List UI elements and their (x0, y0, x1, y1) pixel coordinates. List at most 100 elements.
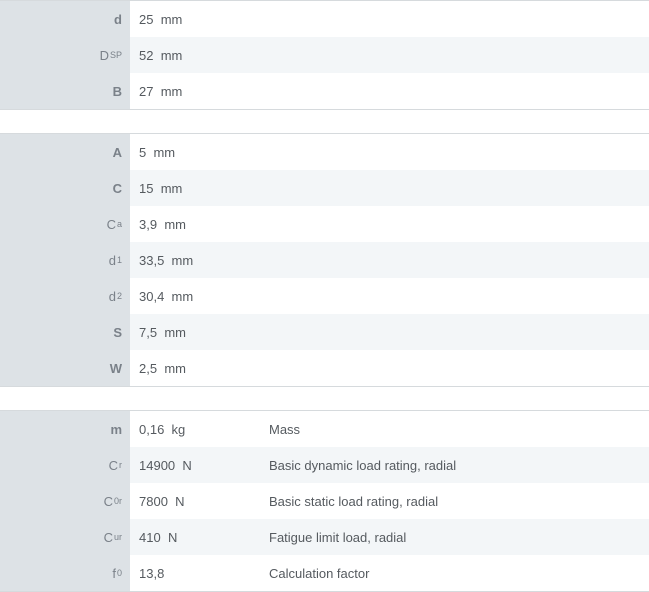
spec-symbol-letter: W (109, 360, 122, 376)
spec-symbol-letter: m (110, 421, 122, 437)
spec-value-cell: 7,5 mm (130, 325, 269, 340)
spec-row: C 15 mm (0, 170, 649, 206)
spec-cells: 14900 N Basic dynamic load rating, radial (130, 447, 649, 483)
spec-cells: 7,5 mm (130, 314, 649, 350)
spec-symbol: Cr (0, 447, 130, 483)
spec-unit: N (167, 529, 178, 545)
spec-unit: N (175, 493, 185, 509)
spec-symbol-letter: S (113, 324, 122, 340)
spec-row: Ca 3,9 mm (0, 206, 649, 242)
spec-symbol: m (0, 411, 130, 447)
spec-value-cell: 410 N (130, 530, 269, 545)
spec-row: B 27 mm (0, 73, 649, 109)
spec-unit: mm (160, 180, 183, 196)
spec-row: A 5 mm (0, 134, 649, 170)
spec-value: 14900 (139, 457, 176, 473)
spec-row: d 25 mm (0, 1, 649, 37)
spec-symbol-letter: C (103, 529, 113, 545)
spec-symbol: Cur (0, 519, 130, 555)
spec-value-cell: 52 mm (130, 48, 269, 63)
spec-value: 7800 (139, 493, 168, 509)
spec-value: 33,5 (139, 252, 165, 268)
spec-value-cell: 2,5 mm (130, 361, 269, 376)
spec-row: f 0 13,8 Calculation factor (0, 555, 649, 591)
spec-unit: mm (160, 47, 183, 63)
spec-symbol-letter: f (112, 565, 116, 581)
spec-symbol: C 0r (0, 483, 130, 519)
spec-cells: 30,4 mm (130, 278, 649, 314)
spec-symbol: W (0, 350, 130, 386)
spec-row: W 2,5 mm (0, 350, 649, 386)
spec-row: Cr 14900 N Basic dynamic load rating, radi… (0, 447, 649, 483)
spec-symbol-letter: C (112, 180, 122, 196)
spec-cells: 27 mm (130, 73, 649, 109)
spec-unit: kg (171, 421, 186, 437)
spec-cells: 7800 N Basic static load rating, radial (130, 483, 649, 519)
spec-value: 0,16 (139, 421, 165, 437)
spec-symbol: S (0, 314, 130, 350)
spec-value-cell: 13,8 (130, 566, 269, 581)
spec-value: 30,4 (139, 288, 165, 304)
spec-symbol: D SP (0, 37, 130, 73)
spec-unit: mm (164, 324, 186, 340)
spec-value: 25 (139, 11, 154, 27)
spec-value-cell: 5 mm (130, 145, 269, 160)
spec-symbol: d (0, 1, 130, 37)
spec-unit: N (182, 457, 192, 473)
spec-cells: 13,8 Calculation factor (130, 555, 649, 591)
spec-value: 13,8 (139, 565, 165, 581)
spec-value-cell: 15 mm (130, 181, 269, 196)
spec-cells: 410 N Fatigue limit load, radial (130, 519, 649, 555)
spec-unit: mm (153, 144, 176, 160)
spec-description: Basic dynamic load rating, radial (269, 457, 457, 473)
spec-symbol: Ca (0, 206, 130, 242)
spec-value: 5 (139, 144, 147, 160)
spec-description: Fatigue limit load, radial (269, 529, 407, 545)
spec-value-cell: 25 mm (130, 12, 269, 27)
spec-symbol: A (0, 134, 130, 170)
spec-symbol-letter: A (112, 144, 122, 160)
spec-cells: 2,5 mm (130, 350, 649, 386)
spec-cells: 33,5 mm (130, 242, 649, 278)
spec-value: 2,5 (139, 360, 158, 376)
spec-unit: mm (164, 216, 186, 232)
spec-symbol-letter: B (112, 83, 122, 99)
spec-row: D SP 52 mm (0, 37, 649, 73)
spec-cells: 0,16 kg Mass (130, 411, 649, 447)
spec-value: 52 (139, 47, 154, 63)
spec-value-cell: 27 mm (130, 84, 269, 99)
spec-symbol: f0 (0, 555, 130, 591)
spec-symbol: C (0, 170, 130, 206)
spec-value-cell: 14900 N (130, 458, 269, 473)
spec-row: d 2 30,4 mm (0, 278, 649, 314)
spec-description: Basic static load rating, radial (269, 493, 439, 509)
spec-unit: mm (160, 83, 183, 99)
spec-row: d 1 33,5 mm (0, 242, 649, 278)
spec-value: 15 (139, 180, 154, 196)
spec-value: 7,5 (139, 324, 158, 340)
spec-value-cell: 30,4 mm (130, 289, 269, 304)
spec-value-cell: 3,9 mm (130, 217, 269, 232)
spec-cells: 5 mm (130, 134, 649, 170)
spec-description: Mass (269, 421, 301, 437)
spec-symbol-letter: C (106, 216, 116, 232)
spec-value-cell: 7800 N (130, 494, 269, 509)
spec-row: C 0r 7800 N Basic static load rating, radia… (0, 483, 649, 519)
spec-symbol-letter: d (108, 288, 116, 304)
spec-value: 410 (139, 529, 161, 545)
spec-symbol-letter: d (108, 252, 116, 268)
spec-unit: mm (164, 360, 186, 376)
spec-cells: 25 mm (130, 1, 649, 37)
spec-unit: mm (171, 288, 194, 304)
spec-row: S 7,5 mm (0, 314, 649, 350)
spec-cells: 15 mm (130, 170, 649, 206)
spec-description: Calculation factor (269, 565, 370, 581)
spec-value-cell: 33,5 mm (130, 253, 269, 268)
spec-symbol: d2 (0, 278, 130, 314)
spec-row: m 0,16 kg Mass (0, 411, 649, 447)
spec-row: Cur 410 N Fatigue limit load, radial (0, 519, 649, 555)
spec-cells: 52 mm (130, 37, 649, 73)
spec-group: m 0,16 kg Mass Cr 14900 N Basic dynamic load … (0, 410, 649, 592)
spec-symbol-letter: C (108, 457, 118, 473)
